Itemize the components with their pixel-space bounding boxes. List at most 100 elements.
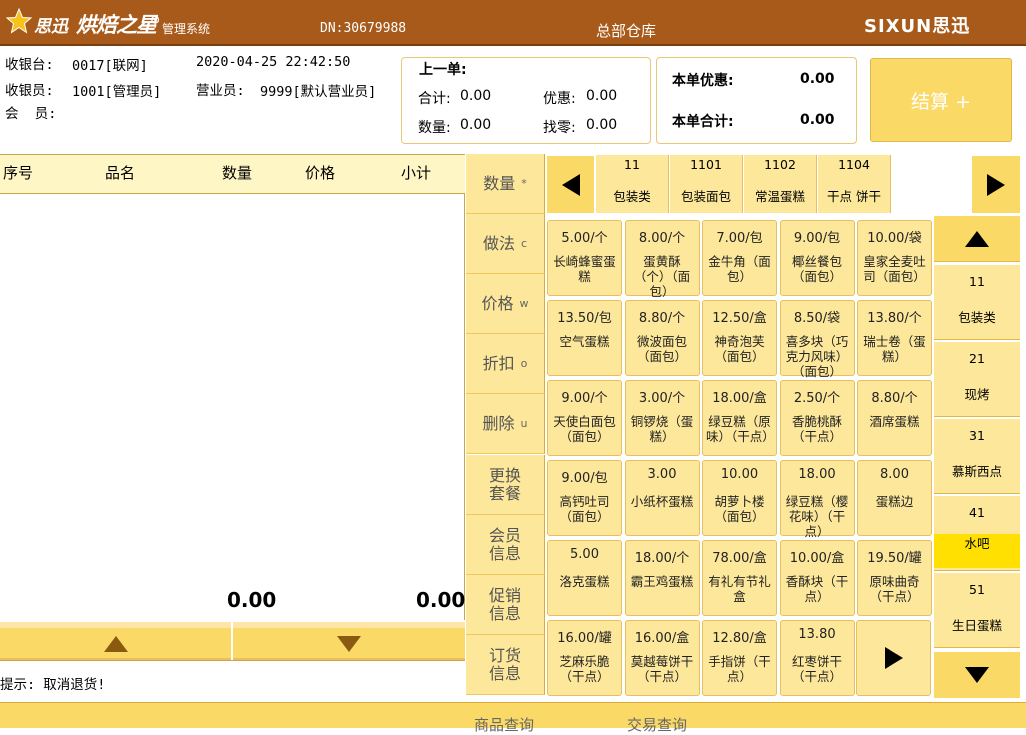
arrow-right-icon [884, 647, 903, 669]
product-price: 8.80/个 [638, 311, 686, 326]
product-button[interactable]: 18.00/个 霸王鸡蛋糕 [624, 540, 700, 616]
product-name: 洛克蛋糕 [559, 574, 610, 589]
fn-member-info-button[interactable]: 会员 信息 [466, 515, 545, 575]
side-category-name: 水吧 [934, 534, 1020, 568]
side-category-button[interactable]: 41 水吧 [934, 496, 1020, 571]
fn-label: 做法 [482, 233, 515, 253]
cashier-label: 收银员: [5, 83, 54, 99]
category-tab[interactable]: 1102 常温蛋糕 [744, 155, 817, 213]
product-button[interactable]: 8.80/个 酒席蛋糕 [857, 380, 932, 456]
brand-logo: SIXUN思迅 [864, 16, 971, 37]
product-button[interactable]: 9.00/包 椰丝餐包（面包） [779, 220, 855, 296]
tabs-prev-button[interactable] [547, 156, 594, 213]
product-name: 芝麻乐脆（干点） [559, 654, 610, 684]
category-tab[interactable]: 1101 包装面包 [670, 155, 743, 213]
product-button[interactable]: 3.00 小纸杯蛋糕 [624, 460, 700, 536]
product-button[interactable]: 18.00/盒 绿豆糕（原味）（干点） [702, 380, 777, 456]
last-total-label: 合计: [418, 91, 451, 107]
side-category-code: 11 [969, 274, 985, 289]
product-query-button[interactable]: 商品查询 [474, 714, 534, 735]
checkout-button[interactable]: 结算 + [870, 58, 1012, 142]
col-header-price: 价格 [305, 164, 336, 182]
product-price: 8.00 [880, 467, 909, 482]
fn-price-button[interactable]: 价格 w [466, 274, 545, 334]
products-next-page-button[interactable] [856, 620, 931, 696]
fn-discount-button[interactable]: 折扣 o [466, 334, 545, 394]
cashier-value: 1001[管理员] [72, 84, 162, 100]
product-price: 9.00/包 [561, 471, 608, 486]
fn-shortcut-key: o [520, 356, 528, 370]
cart-list[interactable] [0, 194, 465, 620]
product-name: 手指饼（干点） [708, 654, 771, 684]
product-button[interactable]: 8.00 蛋糕边 [857, 460, 932, 536]
product-button[interactable]: 2.50/个 香脆桃酥（干点） [779, 380, 855, 456]
star-logo-icon [6, 8, 32, 34]
trade-query-button[interactable]: 交易查询 [627, 714, 687, 735]
fn-promo-info-button[interactable]: 促销 信息 [466, 575, 545, 635]
product-button[interactable]: 3.00/个 铜锣烧（蛋糕） [624, 380, 700, 456]
categories-down-button[interactable] [934, 652, 1020, 698]
side-category-code: 51 [969, 582, 985, 597]
category-tab[interactable]: 11 包装类 [596, 155, 669, 213]
fn-method-button[interactable]: 做法 c [466, 214, 545, 274]
product-button[interactable]: 8.50/袋 喜多块（巧克力风味）（面包） [779, 300, 855, 379]
product-button[interactable]: 16.00/罐 芝麻乐脆（干点） [547, 620, 622, 696]
product-name: 喜多块（巧克力风味）（面包） [785, 334, 849, 379]
product-button[interactable]: 12.50/盒 神奇泡芙（面包） [702, 300, 777, 376]
last-discount-value: 0.00 [586, 88, 618, 104]
fn-order-info-button[interactable]: 订货 信息 [466, 635, 545, 695]
fn-change-combo-button[interactable]: 更换 套餐 [466, 455, 545, 515]
product-price: 8.00/个 [638, 231, 686, 246]
member-label: 会 员: [5, 106, 57, 122]
product-button[interactable]: 10.00 胡萝卜楼（面包） [702, 460, 777, 536]
product-button[interactable]: 18.00 绿豆糕（樱花味）（干点） [779, 460, 855, 539]
side-category-name: 慕斯西点 [951, 464, 1002, 479]
product-price: 78.00/盒 [712, 551, 767, 566]
product-button[interactable]: 13.50/包 空气蛋糕 [547, 300, 622, 376]
tabs-next-button[interactable] [972, 156, 1020, 213]
side-category-code: 41 [969, 505, 985, 520]
category-tab-code: 11 [624, 157, 640, 172]
product-button[interactable]: 16.00/盒 莫越莓饼干（干点） [624, 620, 700, 696]
category-tab[interactable]: 1104 干点 饼干 [818, 155, 891, 213]
product-button[interactable]: 10.00/袋 皇家全麦吐司（面包） [857, 220, 932, 296]
product-button[interactable]: 7.00/包 金牛角（面包） [702, 220, 777, 296]
product-button[interactable]: 8.00/个 蛋黄酥（个）（面包） [624, 220, 700, 299]
product-name: 绿豆糕（樱花味）（干点） [785, 494, 849, 539]
datetime: 2020-04-25 22:42:50 [196, 54, 351, 70]
device-number: DN:30679988 [320, 21, 407, 36]
product-button[interactable]: 78.00/盒 有礼有节礼盒 [702, 540, 777, 616]
product-button[interactable]: 12.80/盒 手指饼（干点） [702, 620, 777, 696]
product-button[interactable]: 9.00/个 天使白面包（面包） [547, 380, 622, 456]
side-category-button[interactable]: 51 生日蛋糕 [934, 573, 1020, 648]
product-name: 红枣饼干（干点） [791, 654, 842, 684]
cart-scroll-up-button[interactable] [0, 622, 231, 660]
fn-label: 价格 [481, 293, 514, 313]
product-name: 瑞士卷（蛋糕） [863, 334, 926, 364]
side-category-button[interactable]: 21 现烤 [934, 342, 1020, 417]
product-button[interactable]: 5.00/个 长崎蜂蜜蛋糕 [547, 220, 622, 296]
cart-scroll-down-button[interactable] [233, 622, 465, 660]
fn-shortcut-key: * [521, 176, 527, 190]
categories-up-button[interactable] [934, 216, 1020, 262]
product-button[interactable]: 10.00/盒 香酥块（干点） [779, 540, 855, 616]
product-button[interactable]: 9.00/包 高钙吐司（面包） [547, 460, 622, 536]
product-button[interactable]: 19.50/罐 原味曲奇（干点） [857, 540, 932, 616]
fn-qty-button[interactable]: 数量 * [466, 154, 545, 214]
product-price: 16.00/盒 [634, 631, 690, 646]
product-price: 13.80/个 [867, 311, 922, 326]
product-button[interactable]: 13.80/个瑞士卷（蛋糕） [857, 300, 932, 376]
last-change-label: 找零: [543, 120, 576, 136]
last-change-value: 0.00 [586, 117, 618, 133]
product-button[interactable]: 5.00 洛克蛋糕 [547, 540, 622, 616]
product-button[interactable]: 13.80 红枣饼干（干点） [779, 620, 855, 696]
side-category-button[interactable]: 31 慕斯西点 [934, 419, 1020, 494]
product-button[interactable]: 8.80/个 微波面包（面包） [624, 300, 700, 376]
product-name: 金牛角（面包） [708, 254, 771, 284]
product-price: 18.00/个 [634, 551, 690, 566]
side-category-button[interactable]: 11 包装类 [934, 265, 1020, 340]
last-total-value: 0.00 [460, 88, 492, 104]
fn-delete-button[interactable]: 删除 u [466, 394, 545, 454]
product-name: 铜锣烧（蛋糕） [630, 414, 694, 444]
fn-label: 促销 信息 [488, 585, 521, 623]
